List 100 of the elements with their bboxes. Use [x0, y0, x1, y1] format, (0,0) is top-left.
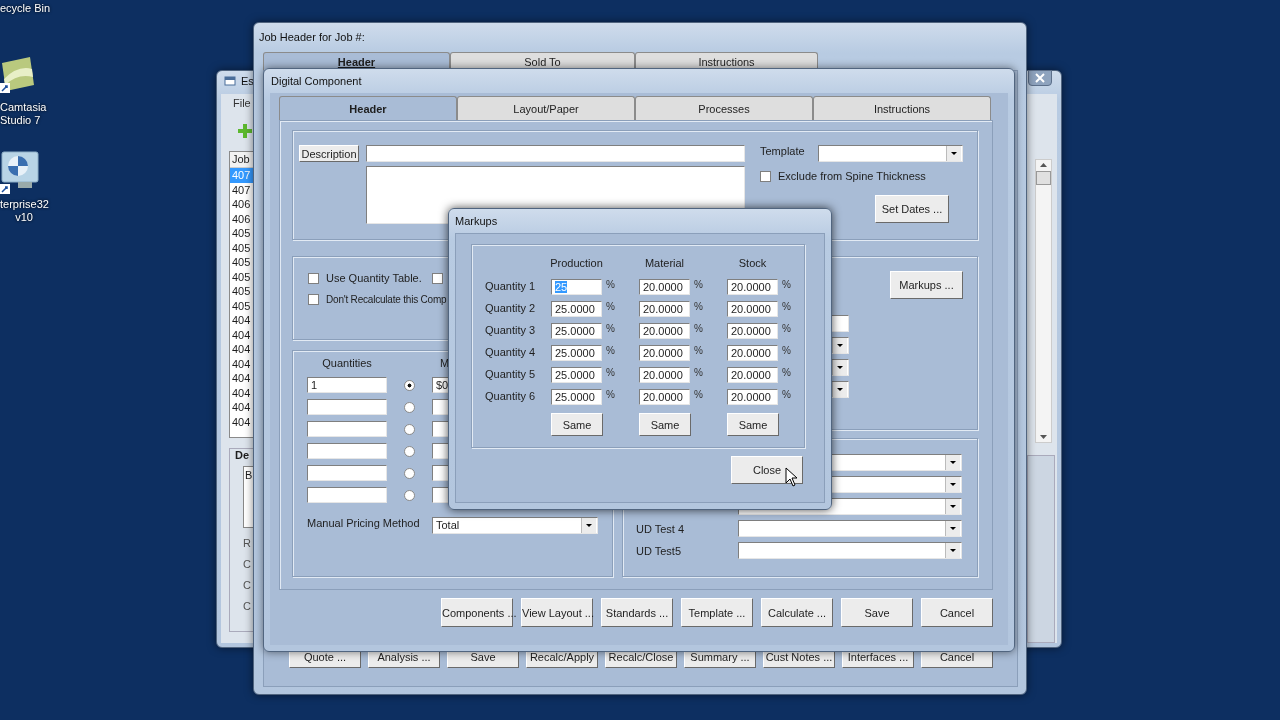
markups-button[interactable]: Markups ... [890, 271, 963, 299]
column-header: Stock [738, 257, 767, 271]
percent-sign: % [693, 301, 704, 314]
checkbox[interactable] [432, 272, 443, 284]
list-row[interactable]: 405 [230, 240, 253, 255]
pricing-method-dropdown[interactable]: Total [432, 517, 598, 534]
checkbox-label[interactable]: Exclude from Spine Thickness [778, 170, 926, 182]
list-row[interactable]: 406 [230, 211, 253, 226]
action-button[interactable]: Save [841, 598, 913, 627]
job-list[interactable]: Job 407 407 406 406 405 405 405 405 405 405 404 404 404 404 404 404 404 404 [229, 151, 253, 438]
plus-icon[interactable] [238, 124, 252, 138]
markup-field[interactable]: 20.0000 [727, 345, 778, 361]
close-button[interactable]: Close [731, 456, 803, 484]
markup-field[interactable]: 20.0000 [727, 279, 778, 295]
markup-field[interactable]: 25.0000 [551, 301, 602, 317]
same-button[interactable]: Same [551, 413, 603, 436]
markup-field[interactable]: 20.0000 [639, 301, 690, 317]
dropdown[interactable] [738, 542, 962, 559]
list-row[interactable]: 404 [230, 385, 253, 400]
checkbox[interactable] [308, 272, 319, 284]
markup-field[interactable]: 20.0000 [727, 389, 778, 405]
quantity-field[interactable]: 1 [307, 377, 387, 393]
monitor-icon[interactable] [0, 150, 40, 194]
markup-field[interactable]: 25.0000 [551, 389, 602, 405]
markup-field[interactable]: 20.0000 [639, 323, 690, 339]
radio-button[interactable] [404, 423, 415, 435]
set-dates-button[interactable]: Set Dates ... [875, 195, 949, 223]
checkbox-label[interactable]: Don't Recalculate this Comp [326, 294, 447, 305]
percent-sign: % [781, 367, 792, 380]
percent-sign: % [781, 301, 792, 314]
action-button[interactable]: Cancel [921, 598, 993, 627]
action-button[interactable]: Standards ... [601, 598, 673, 627]
tab[interactable]: Processes [635, 96, 813, 120]
list-row[interactable]: 406 [230, 197, 253, 212]
list-row[interactable]: 404 [230, 327, 253, 342]
markup-field[interactable]: 20.0000 [639, 389, 690, 405]
template-dropdown[interactable] [818, 145, 963, 162]
checkbox[interactable] [308, 294, 319, 305]
percent-sign: % [693, 345, 704, 358]
list-row[interactable]: 404 [230, 414, 253, 429]
description-button[interactable]: Description [299, 145, 359, 162]
description-field[interactable] [366, 145, 745, 162]
list-row[interactable]: 405 [230, 226, 253, 241]
percent-sign: % [781, 389, 792, 402]
markup-field[interactable]: 25.0000 [551, 367, 602, 383]
markup-field[interactable]: 20.0000 [639, 279, 690, 295]
tab[interactable]: Header [279, 96, 457, 120]
list-row[interactable]: 407 [230, 182, 253, 197]
action-button[interactable]: Calculate ... [761, 598, 833, 627]
percent-sign: % [781, 345, 792, 358]
close-button[interactable] [1028, 70, 1052, 86]
radio-button[interactable] [404, 467, 415, 479]
list-row[interactable]: 404 [230, 400, 253, 415]
checkbox[interactable] [760, 170, 771, 182]
scrollbar[interactable] [1035, 159, 1052, 443]
tab[interactable]: Layout/Paper [457, 96, 635, 120]
app-icon [224, 75, 236, 87]
action-button[interactable]: View Layout ... [521, 598, 593, 627]
list-row[interactable]: 405 [230, 269, 253, 284]
radio-button[interactable] [404, 401, 415, 413]
radio-button[interactable] [404, 489, 415, 501]
text-area[interactable]: B [243, 466, 253, 528]
list-row[interactable]: 405 [230, 298, 253, 313]
same-button[interactable]: Same [639, 413, 691, 436]
markup-field[interactable]: 20.0000 [727, 367, 778, 383]
markup-field[interactable]: 20.0000 [727, 301, 778, 317]
radio-button[interactable] [404, 445, 415, 457]
field-label: UD Test 4 [636, 522, 685, 535]
quantity-field[interactable] [307, 421, 387, 437]
icon-label[interactable]: Camtasia Studio 7 [0, 101, 48, 127]
column-header: M [439, 357, 451, 371]
markup-field[interactable]: 20.0000 [639, 345, 690, 361]
row-label: Quantity 2 [485, 301, 537, 316]
markup-field[interactable]: 25.0000 [551, 323, 602, 339]
icon-label[interactable]: terprise32 v10 [0, 198, 48, 224]
checkbox-label[interactable]: Use Quantity Table. [326, 272, 422, 284]
list-row[interactable]: 404 [230, 371, 253, 386]
scroll-thumb[interactable] [1036, 171, 1051, 185]
column-header[interactable]: Job [230, 152, 253, 168]
film-icon[interactable] [0, 55, 36, 95]
same-button[interactable]: Same [727, 413, 779, 436]
markup-field[interactable]: 20.0000 [639, 367, 690, 383]
quantity-field[interactable] [307, 399, 387, 415]
quantity-field[interactable] [307, 487, 387, 503]
menu-item[interactable]: File [229, 97, 255, 109]
list-row[interactable]: 404 [230, 356, 253, 371]
list-row[interactable]: 404 [230, 342, 253, 357]
quantity-field[interactable] [307, 443, 387, 459]
tab[interactable]: Instructions [813, 96, 991, 120]
list-row[interactable]: 405 [230, 284, 253, 299]
action-button[interactable]: Template ... [681, 598, 753, 627]
markup-field[interactable]: 25.0000 [551, 345, 602, 361]
quantity-field[interactable] [307, 465, 387, 481]
icon-label[interactable]: ecycle Bin [0, 2, 60, 15]
list-row[interactable]: 405 [230, 255, 253, 270]
radio-button[interactable] [404, 379, 415, 391]
list-row[interactable]: 404 [230, 313, 253, 328]
markup-field[interactable]: 20.0000 [727, 323, 778, 339]
dropdown[interactable] [738, 520, 962, 537]
percent-sign: % [605, 323, 616, 336]
